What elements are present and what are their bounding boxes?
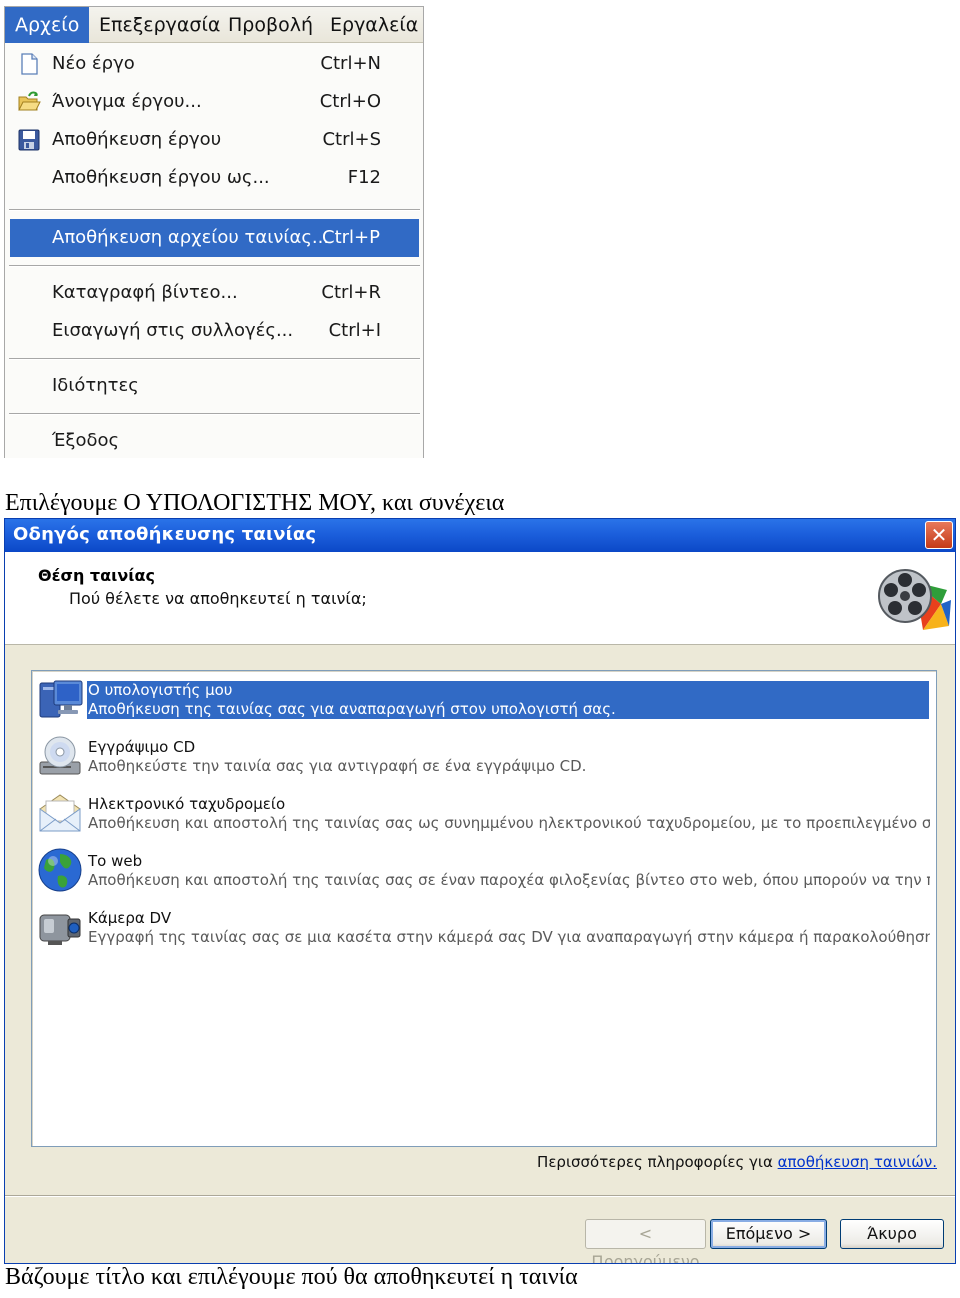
menu-tools[interactable]: Εργαλεία bbox=[320, 7, 423, 43]
file-menu-dropdown: Νέο έργο Ctrl+N Άνοιγμα έργου... Ctrl+O … bbox=[5, 43, 423, 458]
menu-item-label: Άνοιγμα έργου... bbox=[52, 91, 202, 112]
menu-item-properties[interactable]: Ιδιότητες bbox=[5, 367, 423, 405]
menu-item-label: Καταγραφή βίντεο... bbox=[52, 282, 238, 303]
close-button[interactable]: ✕ bbox=[925, 521, 953, 549]
menu-item-label: Νέο έργο bbox=[52, 53, 135, 74]
menu-item-label: Αποθήκευση αρχείου ταινίας... bbox=[52, 227, 330, 248]
option-title: Το web bbox=[88, 852, 143, 870]
save-movie-wizard-dialog: Οδηγός αποθήκευσης ταινίας ✕ Θέση ταινία… bbox=[4, 518, 956, 1264]
menu-item-shortcut: Ctrl+R bbox=[321, 282, 381, 303]
menu-item-save-project-as[interactable]: Αποθήκευση έργου ως... F12 bbox=[5, 159, 423, 197]
menu-item-label: Έξοδος bbox=[52, 430, 120, 451]
window-title: Οδηγός αποθήκευσης ταινίας bbox=[13, 524, 317, 545]
menu-edit[interactable]: Επεξεργασία bbox=[89, 7, 230, 43]
save-disk-icon bbox=[18, 129, 40, 151]
menu-separator bbox=[9, 265, 420, 267]
menu-item-shortcut: Ctrl+N bbox=[320, 53, 381, 74]
wizard-header: Θέση ταινίας Πού θέλετε να αποθηκευτεί η… bbox=[5, 552, 955, 645]
option-description: Αποθηκεύστε την ταινία σας για αντιγραφή… bbox=[88, 757, 587, 775]
option-title: Κάμερα DV bbox=[88, 909, 172, 927]
menu-item-open-project[interactable]: Άνοιγμα έργου... Ctrl+O bbox=[5, 83, 423, 121]
menu-item-label: Αποθήκευση έργου bbox=[52, 129, 222, 150]
option-my-computer[interactable]: Ο υπολογιστής μου Αποθήκευση της ταινίας… bbox=[32, 671, 936, 728]
close-icon: ✕ bbox=[930, 523, 948, 547]
menu-item-exit[interactable]: Έξοδος bbox=[5, 422, 423, 458]
caption-first: Επιλέγουμε Ο ΥΠΟΛΟΓΙΣΤΗΣ ΜΟΥ, και συνέχε… bbox=[5, 490, 505, 516]
menu-separator bbox=[9, 209, 420, 211]
option-description: Αποθήκευση της ταινίας σας για αναπαραγω… bbox=[88, 700, 616, 718]
menu-item-shortcut: F12 bbox=[347, 167, 381, 188]
caption-second: Βάζουμε τίτλο και επιλέγουμε πού θα αποθ… bbox=[5, 1264, 578, 1290]
option-description: Αποθήκευση και αποστολή της ταινίας σας … bbox=[88, 871, 930, 889]
menu-item-import-collections[interactable]: Εισαγωγή στις συλλογές... Ctrl+I bbox=[5, 312, 423, 350]
option-title: Ο υπολογιστής μου bbox=[88, 681, 233, 699]
menu-item-new-project[interactable]: Νέο έργο Ctrl+N bbox=[5, 45, 423, 83]
more-info-label: Περισσότερες πληροφορίες για bbox=[537, 1153, 778, 1171]
option-email[interactable]: Ηλεκτρονικό ταχυδρομείο Αποθήκευση και α… bbox=[32, 785, 936, 842]
menu-item-shortcut: Ctrl+P bbox=[322, 227, 380, 248]
menu-separator bbox=[9, 358, 420, 360]
camcorder-icon bbox=[39, 914, 81, 945]
cancel-button[interactable]: Άκυρο bbox=[840, 1219, 944, 1249]
menu-bar: Αρχείο Επεξεργασία Προβολή Εργαλεία bbox=[5, 7, 423, 43]
option-description: Εγγραφή της ταινίας σας σε μια κασέτα στ… bbox=[88, 928, 930, 946]
next-button[interactable]: Επόμενο > bbox=[710, 1219, 827, 1249]
cd-drive-icon bbox=[39, 736, 81, 775]
new-document-icon bbox=[21, 53, 38, 75]
button-row-separator bbox=[5, 1195, 955, 1197]
option-dv-camera[interactable]: Κάμερα DV Εγγραφή της ταινίας σας σε μια… bbox=[32, 899, 936, 956]
menu-item-shortcut: Ctrl+I bbox=[328, 320, 381, 341]
envelope-icon bbox=[39, 794, 81, 832]
menu-item-label: Εισαγωγή στις συλλογές... bbox=[52, 320, 294, 341]
menu-item-shortcut: Ctrl+S bbox=[322, 129, 381, 150]
more-info-text: Περισσότερες πληροφορίες για αποθήκευση … bbox=[537, 1153, 937, 1171]
step-subtitle: Πού θέλετε να αποθηκευτεί η ταινία; bbox=[69, 589, 367, 608]
globe-icon bbox=[38, 848, 82, 892]
more-info-link[interactable]: αποθήκευση ταινιών. bbox=[778, 1153, 937, 1171]
open-folder-icon bbox=[18, 91, 41, 111]
option-title: Ηλεκτρονικό ταχυδρομείο bbox=[88, 795, 286, 813]
back-button[interactable]: < Προηγούμενο bbox=[585, 1219, 706, 1263]
file-menu-screenshot: Αρχείο Επεξεργασία Προβολή Εργαλεία Νέο … bbox=[4, 6, 424, 458]
menu-separator bbox=[9, 413, 420, 415]
menu-item-label: Ιδιότητες bbox=[52, 375, 139, 396]
option-recordable-cd[interactable]: Εγγράψιμο CD Αποθηκεύστε την ταινία σας … bbox=[32, 728, 936, 785]
option-description: Αποθήκευση και αποστολή της ταινίας σας … bbox=[88, 814, 930, 832]
menu-item-save-movie-file[interactable]: Αποθήκευση αρχείου ταινίας... Ctrl+P bbox=[10, 219, 419, 257]
menu-item-label: Αποθήκευση έργου ως... bbox=[52, 167, 270, 188]
computer-icon bbox=[39, 680, 83, 718]
menu-view[interactable]: Προβολή bbox=[218, 7, 323, 43]
title-bar[interactable]: Οδηγός αποθήκευσης ταινίας ✕ bbox=[5, 519, 955, 552]
menu-file[interactable]: Αρχείο bbox=[5, 7, 90, 43]
menu-item-shortcut: Ctrl+O bbox=[319, 91, 381, 112]
menu-item-save-project[interactable]: Αποθήκευση έργου Ctrl+S bbox=[5, 121, 423, 159]
menu-item-capture-video[interactable]: Καταγραφή βίντεο... Ctrl+R bbox=[5, 274, 423, 312]
step-title: Θέση ταινίας bbox=[38, 566, 155, 585]
destination-list[interactable]: Ο υπολογιστής μου Αποθήκευση της ταινίας… bbox=[31, 670, 937, 1147]
option-title: Εγγράψιμο CD bbox=[88, 738, 196, 756]
option-web[interactable]: Το web Αποθήκευση και αποστολή της ταινί… bbox=[32, 842, 936, 899]
film-reel-icon bbox=[878, 569, 951, 630]
